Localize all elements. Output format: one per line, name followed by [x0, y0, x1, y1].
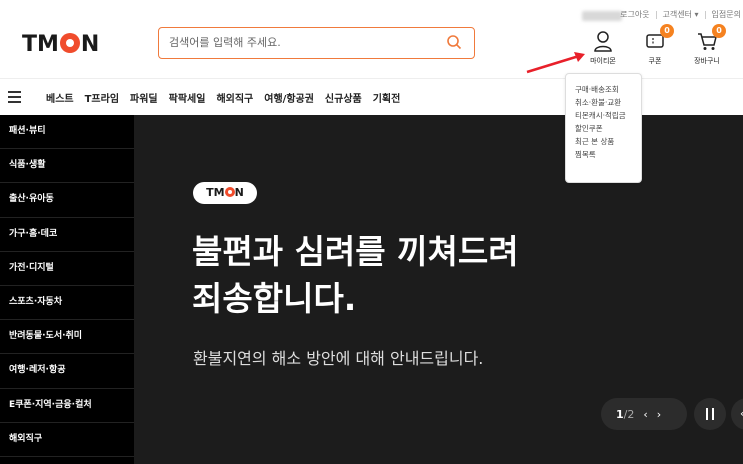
cart-button[interactable]: 0 장바구니 — [690, 24, 726, 66]
partner-inquiry-link[interactable]: 입점문의 — [712, 9, 741, 20]
prev-arrow-icon[interactable]: ‹ — [643, 408, 647, 421]
banner-tmon-logo: TM N — [193, 182, 257, 204]
dropdown-item-cash[interactable]: 티몬캐시·적립금 — [575, 109, 641, 122]
sidebar-item-travel[interactable]: 여행·레저·항공 — [0, 354, 134, 389]
divider — [655, 10, 657, 19]
mytmon-dropdown: 구매·배송조회 취소·환불·교환 티몬캐시·적립금 할인쿠폰 최근 본 상품 찜… — [565, 73, 642, 183]
coupon-count-badge: 0 — [660, 24, 674, 38]
banner-subtitle: 환불지연의 해소 방안에 대해 안내드립니다. — [193, 349, 484, 368]
sidebar-item-furniture[interactable]: 가구·홈·데코 — [0, 218, 134, 252]
dropdown-item-recent[interactable]: 최근 본 상품 — [575, 135, 641, 148]
top-utility-bar: 로그아웃 고객센터 ▾ 입점문의 — [0, 0, 743, 30]
divider — [704, 10, 706, 19]
main-banner[interactable]: TM N 불편과 심려를 끼쳐드려 죄송합니다. 환불지연의 해소 방안에 대해 … — [134, 115, 743, 464]
sidebar-item-food[interactable]: 식품·생활 — [0, 149, 134, 184]
sidebar-item-overseas[interactable]: 해외직구 — [0, 423, 134, 457]
sidebar-item-ecoupon[interactable]: E쿠폰·지역·금융·컬처 — [0, 389, 134, 423]
sidebar-item-pets[interactable]: 반려동물·도서·취미 — [0, 320, 134, 355]
dropdown-item-coupons[interactable]: 할인쿠폰 — [575, 122, 641, 135]
mytmon-button[interactable]: 마이티몬 — [586, 30, 620, 66]
red-arrow-annotation — [526, 52, 585, 74]
user-icon — [594, 31, 612, 52]
nav-item-best[interactable]: 베스트 — [46, 90, 74, 105]
customer-center-link[interactable]: 고객센터 ▾ — [663, 9, 699, 20]
search-icon[interactable] — [446, 34, 462, 50]
coupon-button[interactable]: 0 쿠폰 — [642, 24, 674, 66]
coupon-label: 쿠폰 — [648, 57, 662, 65]
mytmon-label: 마이티몬 — [590, 57, 616, 65]
nav-item-travel[interactable]: 여행/항공권 — [264, 90, 314, 105]
top-links: 로그아웃 고객센터 ▾ 입점문의 — [620, 9, 741, 20]
sidebar-item-digital[interactable]: 가전·디지털 — [0, 252, 134, 286]
page-indicator: 1/2 — [616, 407, 635, 421]
dropdown-item-refund[interactable]: 취소·환불·교환 — [575, 96, 641, 109]
sidebar-item-sports[interactable]: 스포츠·자동차 — [0, 286, 134, 321]
cart-count-badge: 0 — [712, 24, 726, 38]
tmon-logo[interactable]: TM N — [22, 32, 99, 57]
search-box — [158, 27, 475, 59]
nav-item-special[interactable]: 기획전 — [373, 90, 401, 105]
nav-item-new[interactable]: 신규상품 — [325, 90, 362, 105]
hamburger-menu-icon[interactable] — [8, 91, 21, 106]
pause-button[interactable] — [694, 398, 726, 430]
banner-extra-button[interactable]: ‹ — [731, 398, 743, 430]
sidebar-item-fashion[interactable]: 패션·뷰티 — [0, 115, 134, 150]
banner-title: 불편과 심려를 끼쳐드려 죄송합니다. — [192, 232, 519, 318]
nav-list: 베스트 T프라임 파워딜 팍팍세일 해외직구 여행/항공권 신규상품 기획전 — [46, 90, 400, 105]
banner-pager: 1/2 ‹ › — [601, 398, 687, 430]
nav-item-powerdeal[interactable]: 파워딜 — [130, 90, 158, 105]
username-blurred — [582, 11, 622, 21]
search-input[interactable] — [169, 28, 439, 56]
logout-link[interactable]: 로그아웃 — [620, 9, 649, 20]
nav-item-overseas[interactable]: 해외직구 — [216, 90, 253, 105]
nav-item-sale[interactable]: 팍팍세일 — [169, 90, 206, 105]
cart-label: 장바구니 — [694, 57, 720, 65]
dropdown-item-wishlist[interactable]: 찜목록 — [575, 148, 641, 161]
header: TMN 마이티몬 0 쿠폰 0 장바구니 — [0, 24, 743, 78]
nav-item-tprime[interactable]: T프라임 — [85, 90, 119, 105]
category-sidebar: 패션·뷰티 식품·생활 출산·유아동 가구·홈·데코 가전·디지털 스포츠·자동… — [0, 115, 134, 464]
next-arrow-icon[interactable]: › — [657, 408, 661, 421]
sidebar-item-baby[interactable]: 출산·유아동 — [0, 183, 134, 218]
dropdown-item-orders[interactable]: 구매·배송조회 — [575, 83, 641, 96]
